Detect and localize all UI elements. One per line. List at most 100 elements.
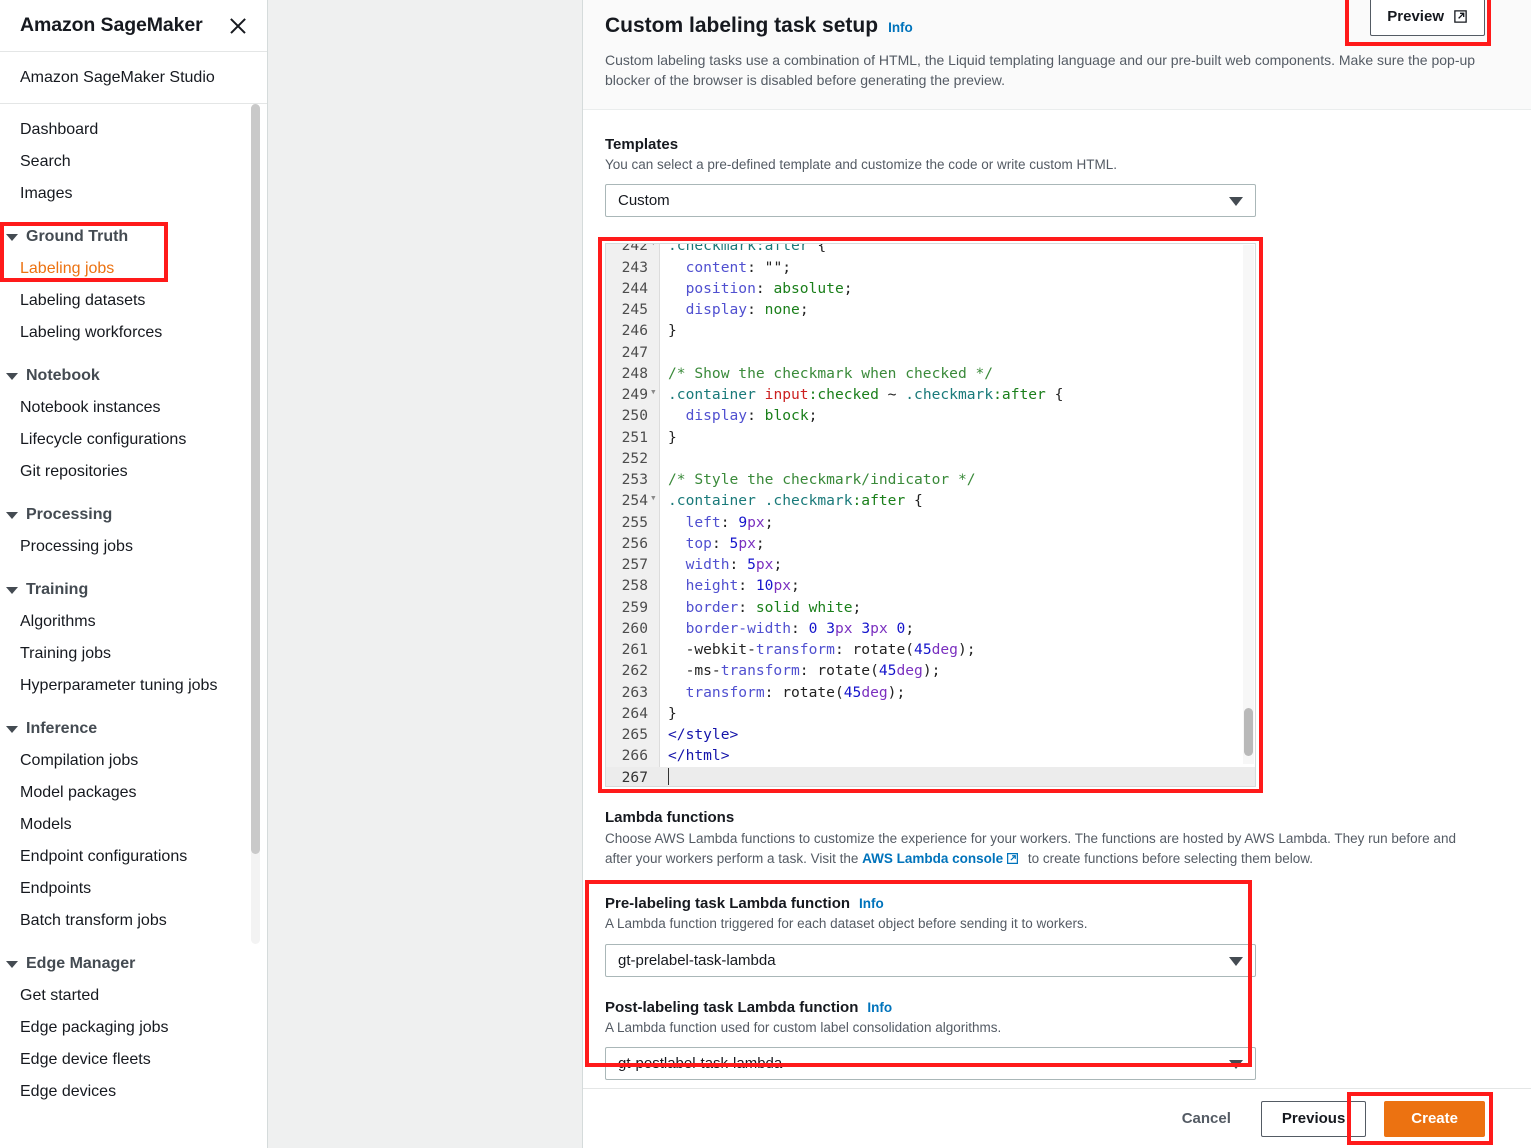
code-line[interactable]: 247 (606, 342, 1255, 363)
code-line-number: 256 (621, 534, 648, 552)
code-line[interactable]: 257 width: 5px; (606, 554, 1255, 575)
code-line[interactable]: 243 content: ""; (606, 257, 1255, 278)
code-fold-toggle-icon[interactable]: ▾ (650, 386, 658, 397)
pre-labeling-lambda-select[interactable]: gt-prelabel-task-lambda (605, 943, 1256, 977)
code-line[interactable]: 265 </style> (606, 724, 1255, 745)
code-fold-toggle-icon[interactable]: ▾ (650, 492, 658, 503)
cancel-button[interactable]: Cancel (1170, 1110, 1243, 1127)
sidebar-item-endpoints[interactable]: Endpoints (0, 873, 267, 905)
sidebar-item-algorithms[interactable]: Algorithms (0, 606, 267, 638)
sidebar-group-notebook[interactable]: Notebook (0, 360, 267, 392)
info-link-pre-labeling[interactable]: Info (859, 896, 884, 911)
sidebar-item-compilation-jobs[interactable]: Compilation jobs (0, 745, 267, 777)
sidebar-item-labeling-jobs[interactable]: Labeling jobs (0, 253, 267, 285)
code-line[interactable]: 252 (606, 448, 1255, 469)
code-line[interactable]: 260 border-width: 0 3px 3px 0; (606, 618, 1255, 639)
code-line[interactable]: 246} (606, 320, 1255, 341)
sidebar-item-training-jobs[interactable]: Training jobs (0, 638, 267, 670)
sidebar-item-dashboard[interactable]: Dashboard (0, 114, 267, 146)
code-line-text: -ms-transform: rotate(45deg); (668, 662, 941, 680)
sidebar-item-sagemaker-studio[interactable]: Amazon SageMaker Studio (0, 52, 267, 104)
sidebar-item-processing-jobs[interactable]: Processing jobs (0, 531, 267, 563)
external-link-icon[interactable] (1006, 851, 1021, 866)
sidebar-item-label: Get started (20, 987, 100, 1004)
code-line[interactable]: 263 transform: rotate(45deg); (606, 682, 1255, 703)
sidebar-item-endpoint-configurations[interactable]: Endpoint configurations (0, 841, 267, 873)
info-link-header[interactable]: Info (888, 20, 913, 35)
sidebar-item-edge-devices[interactable]: Edge devices (0, 1076, 267, 1108)
code-line[interactable]: 245 display: none; (606, 299, 1255, 320)
code-line[interactable]: 244 position: absolute; (606, 278, 1255, 299)
sidebar-item-label: Batch transform jobs (20, 912, 167, 929)
sidebar-group-processing[interactable]: Processing (0, 499, 267, 531)
code-line-text: .container input:checked ~ .checkmark:af… (668, 386, 1064, 404)
info-link-post-labeling[interactable]: Info (867, 1000, 892, 1015)
code-line[interactable]: 264} (606, 703, 1255, 724)
sidebar-item-models[interactable]: Models (0, 809, 267, 841)
sidebar-item-get-started[interactable]: Get started (0, 980, 267, 1012)
code-editor-scrollbar-thumb[interactable] (1244, 708, 1253, 757)
code-line-text: left: 9px; (685, 513, 774, 531)
sidebar-item-search[interactable]: Search (0, 146, 267, 178)
main-panel: Custom labeling task setup Info Custom l… (582, 0, 1531, 1148)
sidebar-item-labeling-datasets[interactable]: Labeling datasets (0, 285, 267, 317)
code-line[interactable]: 259 border: solid white; (606, 597, 1255, 618)
sidebar-item-hyperparameter-tuning-jobs[interactable]: Hyperparameter tuning jobs (0, 670, 267, 702)
code-line[interactable]: 255 left: 9px; (606, 512, 1255, 533)
code-line[interactable]: 258 height: 10px; (606, 575, 1255, 596)
code-line[interactable]: 248 /* Show the checkmark when checked */ (606, 363, 1255, 384)
sidebar-scrollbar-thumb[interactable] (251, 104, 260, 854)
code-line[interactable]: 256 top: 5px; (606, 533, 1255, 554)
previous-button[interactable]: Previous (1260, 1100, 1367, 1137)
page-title: Custom labeling task setup (605, 14, 879, 37)
sidebar-item-lifecycle-configurations[interactable]: Lifecycle configurations (0, 424, 267, 456)
aws-lambda-console-link[interactable]: AWS Lambda console (862, 851, 1003, 866)
lambda-description-part2: to create functions before selecting the… (1024, 851, 1314, 867)
code-line-text: border-width: 0 3px 3px 0; (685, 619, 915, 637)
sidebar-item-batch-transform-jobs[interactable]: Batch transform jobs (0, 905, 267, 937)
sidebar-item-edge-device-fleets[interactable]: Edge device fleets (0, 1044, 267, 1076)
create-button[interactable]: Create (1384, 1100, 1485, 1137)
code-line-number: 261 (621, 641, 648, 659)
code-line[interactable]: 262 -ms-transform: rotate(45deg); (606, 660, 1255, 681)
code-line[interactable]: 261 -webkit-transform: rotate(45deg); (606, 639, 1255, 660)
close-icon[interactable] (227, 15, 249, 37)
code-line[interactable]: 250 display: block; (606, 405, 1255, 426)
code-line[interactable]: 253 /* Style the checkmark/indicator */ (606, 469, 1255, 490)
code-line[interactable]: 266 </html> (606, 745, 1255, 766)
code-fold-toggle-icon[interactable]: ▾ (650, 244, 658, 248)
code-editor[interactable]: 242▾.checkmark:after {243 content: "";24… (605, 243, 1256, 788)
sidebar-group-edge-manager[interactable]: Edge Manager (0, 948, 267, 980)
sidebar-item-git-repositories[interactable]: Git repositories (0, 456, 267, 488)
sidebar-item-label: Endpoint configurations (20, 848, 188, 865)
code-editor-hscrollbar[interactable] (660, 776, 1242, 784)
sidebar-group-training[interactable]: Training (0, 574, 267, 606)
code-line-text: transform: rotate(45deg); (685, 683, 906, 701)
post-labeling-lambda-description: A Lambda function used for custom label … (605, 1019, 1002, 1035)
sidebar-item-notebook-instances[interactable]: Notebook instances (0, 392, 267, 424)
sidebar-item-images[interactable]: Images (0, 178, 267, 210)
code-line[interactable]: 251} (606, 427, 1255, 448)
templates-select[interactable]: Custom (605, 184, 1256, 218)
sidebar-item-label: Edge packaging jobs (20, 1019, 169, 1036)
code-line[interactable]: 254 ▾ .container .checkmark:after { (606, 490, 1255, 511)
sidebar-group-ground-truth[interactable]: Ground Truth (0, 221, 267, 253)
sidebar-group-label: Edge Manager (26, 955, 136, 972)
preview-button[interactable]: Preview (1370, 0, 1485, 36)
code-editor-scrollbar-track[interactable] (1243, 245, 1254, 765)
code-line-text: .checkmark:after { (668, 243, 827, 255)
sidebar-group-label: Processing (26, 506, 113, 523)
code-line-text: -webkit-transform: rotate(45deg); (668, 641, 976, 659)
chevron-down-icon (1229, 197, 1243, 207)
sidebar-item-edge-packaging-jobs[interactable]: Edge packaging jobs (0, 1012, 267, 1044)
code-editor-content[interactable]: 242▾.checkmark:after {243 content: "";24… (606, 243, 1255, 787)
sidebar-group-inference[interactable]: Inference (0, 713, 267, 745)
code-line[interactable]: 249 ▾ .container input:checked ~ .checkmar… (606, 384, 1255, 405)
sidebar-item-label: Model packages (20, 784, 137, 801)
code-line[interactable]: 242▾ .checkmark:after { (606, 243, 1255, 256)
code-line-number: 255 (621, 513, 648, 531)
sidebar-item-model-packages[interactable]: Model packages (0, 777, 267, 809)
sidebar-item-labeling-workforces[interactable]: Labeling workforces (0, 317, 267, 349)
post-labeling-lambda-select[interactable]: gt-postlabel-task-lambda (605, 1047, 1256, 1081)
